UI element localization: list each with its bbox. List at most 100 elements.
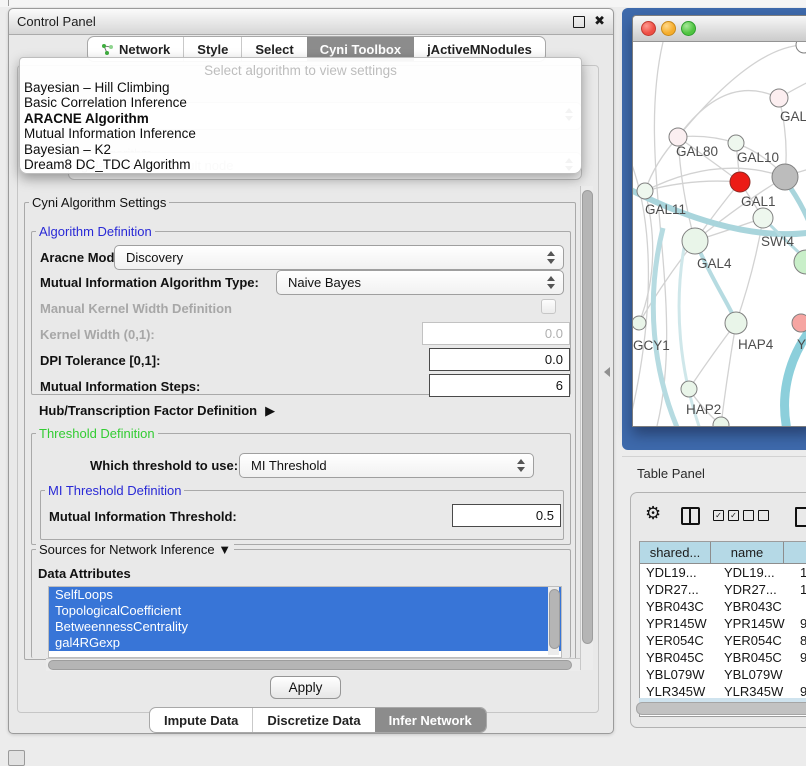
network-node-label: GAL1 [741,194,776,209]
algorithm-option[interactable]: Dream8 DC_TDC Algorithm [20,157,581,172]
kernel-width-field[interactable]: 0.0 [422,322,570,345]
table-horizontal-scrollbar[interactable] [636,702,806,715]
network-node[interactable] [753,208,773,228]
settings-horizontal-scrollbar[interactable] [46,658,580,671]
close-traffic-light[interactable] [641,21,656,36]
zoom-traffic-light[interactable] [681,21,696,36]
table-row[interactable]: YBR045CYBR045C9. [640,649,806,666]
network-node[interactable] [770,89,788,107]
data-attribute-item[interactable]: SelfLoops [49,587,561,603]
network-node[interactable] [792,314,806,332]
gear-icon[interactable]: ⚙ [645,503,661,524]
table-cell [796,666,806,683]
scrollbar-thumb[interactable] [582,190,593,644]
network-node-label: Y [797,337,806,352]
dpi-tolerance-field[interactable]: 0.0 [429,348,570,371]
table-cell: 9. [796,649,806,666]
tab-discretize-data[interactable]: Discretize Data [252,708,374,732]
algorithm-option[interactable]: Mutual Information Inference [20,126,581,141]
network-node[interactable] [633,316,646,330]
unchecked-box-icon [758,510,769,521]
mi-steps-field[interactable]: 6 [429,374,570,397]
mi-type-combo[interactable]: Naive Bayes [276,270,564,295]
algorithm-option[interactable]: Bayesian – K2 [20,142,581,157]
network-node[interactable] [728,135,744,151]
tab-label: Network [119,42,170,57]
table-cell: YBR045C [640,649,716,666]
network-node-label: GAL80 [676,144,718,159]
checked-box-icon: ✓ [713,510,724,521]
network-node[interactable] [796,42,806,53]
group-title: Algorithm Definition [36,224,155,239]
aracne-mode-combo[interactable]: Discovery [114,245,564,270]
apply-button[interactable]: Apply [270,676,341,699]
algorithm-option[interactable]: ARACNE Algorithm [20,111,581,126]
attributes-list-scrollbar[interactable] [548,587,559,655]
table-cell: YDL19... [716,564,796,581]
network-node[interactable] [725,312,747,334]
algorithm-option[interactable]: Bayesian – Hill Climbing [20,80,581,95]
tab-impute-data[interactable]: Impute Data [150,708,252,732]
float-window-icon[interactable] [573,16,585,28]
network-node[interactable] [681,381,697,397]
data-attribute-item[interactable]: gal4RGexp [49,635,561,651]
column-header-shared-name[interactable]: shared... [640,542,711,563]
data-attribute-item[interactable]: TopologicalCoefficient [49,603,561,619]
mi-threshold-definition-group: MI Threshold Definition Mutual Informati… [40,490,564,540]
network-node[interactable] [730,172,750,192]
collapsed-panel-icon[interactable] [8,750,25,766]
scrollbar-thumb[interactable] [549,589,560,649]
settings-vertical-scrollbar[interactable] [580,186,593,670]
table-cell: YBR045C [716,649,796,666]
minimize-traffic-light[interactable] [661,21,676,36]
network-edge [695,241,737,324]
network-node[interactable] [713,417,729,426]
network-view-frame: GALGAL80GAL10GAL11GAL1GAL4SWI4GCY1HAP4YH… [622,8,806,450]
column-layout-icon[interactable] [681,507,700,525]
table-cell: YER054C [640,632,716,649]
network-graph[interactable]: GALGAL80GAL10GAL11GAL1GAL4SWI4GCY1HAP4YH… [633,42,806,426]
network-node[interactable] [794,250,806,274]
deselect-all-checkboxes-icon[interactable] [743,510,769,521]
close-icon[interactable]: ✖ [594,13,605,29]
table-row[interactable]: YDL19...YDL19...13 [640,564,806,581]
control-panel-titlebar[interactable]: Control Panel ✖ [9,9,613,35]
checked-box-icon: ✓ [728,510,739,521]
table-header: shared... name [640,542,806,564]
network-node-label: GAL11 [645,202,686,217]
which-threshold-combo[interactable]: MI Threshold [239,453,534,478]
scrollbar-thumb[interactable] [48,660,572,670]
tab-infer-network[interactable]: Infer Network [375,708,486,732]
table-body: YDL19...YDL19...13YDR27...YDR27...12YBR0… [640,564,806,717]
table-row[interactable]: YBR043CYBR043C [640,598,806,615]
data-attributes-list[interactable]: SelfLoopsTopologicalCoefficientBetweenne… [48,586,562,658]
algorithm-option[interactable]: Basic Correlation Inference [20,95,581,110]
control-panel-title: Control Panel [17,14,96,29]
column-header-name[interactable]: name [711,542,784,563]
select-all-checkboxes-icon[interactable]: ✓ ✓ [713,510,739,521]
tab-label: Select [255,42,293,57]
network-window-titlebar[interactable] [633,16,806,42]
table-cell: 8. [796,632,806,649]
table-cell: YPR145W [640,615,716,632]
manual-kernel-checkbox[interactable] [541,299,556,314]
network-node-label: HAP2 [686,402,721,417]
data-attribute-item[interactable]: BetweennessCentrality [49,619,561,635]
column-header-cut[interactable] [784,542,806,563]
table-cell: YER054C [716,632,796,649]
network-edge [645,181,740,191]
network-edge [678,91,779,137]
network-node[interactable] [637,183,653,199]
panel-divider-handle[interactable] [604,367,610,377]
network-node[interactable] [682,228,708,254]
table-row[interactable]: YBL079WYBL079W [640,666,806,683]
network-node[interactable] [772,164,798,190]
table-row[interactable]: YPR145WYPR145W9. [640,615,806,632]
table-row[interactable]: YER054CYER054C8. [640,632,806,649]
mi-threshold-field[interactable]: 0.5 [452,504,561,527]
table-row[interactable]: YDR27...YDR27...12 [640,581,806,598]
export-table-icon[interactable] [795,507,806,527]
tab-label: Discretize Data [267,713,360,728]
hub-definition-toggle[interactable]: Hub/Transcription Factor Definition▶ [39,403,275,419]
sources-toggle[interactable]: Sources for Network Inference ▼ [36,542,234,557]
